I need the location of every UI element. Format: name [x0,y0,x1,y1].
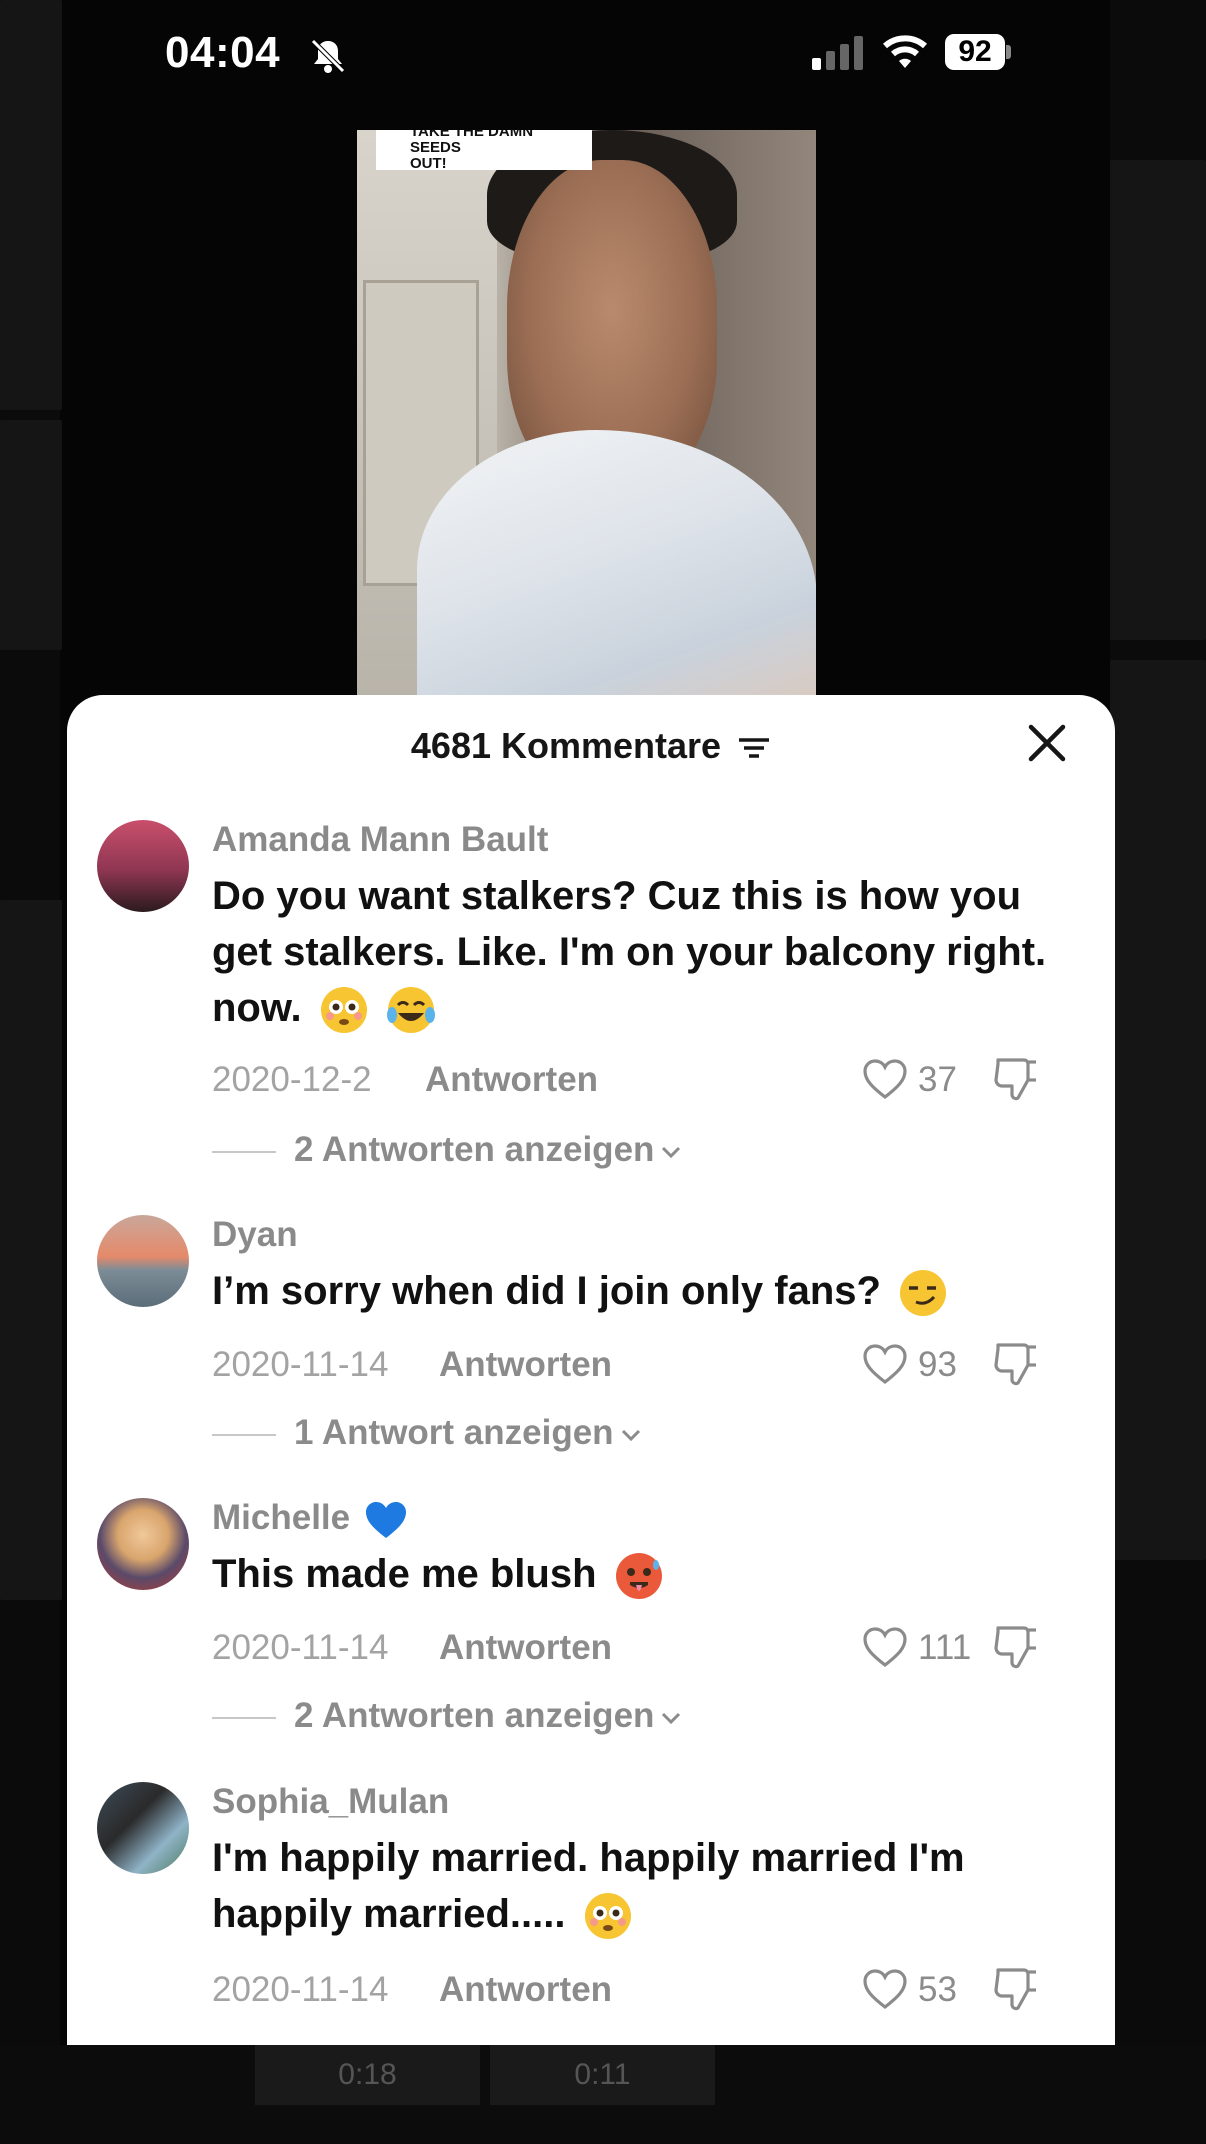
background-tile [0,900,62,1600]
video-caption: TAKE THE DAMN SEEDS OUT! [376,130,592,172]
status-time: 04:04 [165,28,281,77]
status-bar: 04:04 92 [0,0,1206,110]
comment-username[interactable]: Sophia_Mulan [212,1782,449,1822]
sort-icon[interactable] [737,734,771,762]
heart-icon [863,1344,907,1385]
comment-username[interactable]: Michelle [212,1498,408,1540]
dislike-icon[interactable] [990,1622,1040,1672]
signal-icon [812,36,863,70]
comments-count: 4681 Kommentare [410,725,722,766]
sheet-header: 4681 Kommentare [67,695,1115,795]
battery-icon: 92 [945,34,1011,70]
heart-icon [863,1969,907,2010]
comment-date: 2020-12-2 [212,1060,372,1099]
heart-icon [863,1627,907,1668]
reply-button[interactable]: Antworten [425,1060,598,1100]
reply-button[interactable]: Antworten [439,1628,612,1668]
comment-text: This made me blush [212,1546,1062,1602]
comment-text: Do you want stalkers? Cuz this is how yo… [212,868,1062,1036]
comment-username[interactable]: Dyan [212,1215,298,1255]
reply-button[interactable]: Antworten [439,1970,612,2010]
dislike-icon[interactable] [990,1054,1040,1104]
comment-meta: 2020-11-14 Antworten 111 [212,1626,1092,1678]
background-tile [0,420,62,650]
background-tile [1110,660,1206,1560]
feed-thumbnail[interactable]: 0:11 [490,2045,715,2105]
background-tile [1110,160,1206,640]
close-icon[interactable] [1027,723,1067,763]
comment-text: I'm happily married. happily married I'm… [212,1830,1062,1942]
comment-meta: 2020-11-14 Antworten 53 [212,1968,1092,2020]
flushed-emoji [584,1893,631,1940]
thumbnail-duration: 0:18 [338,2058,397,2091]
comment-date: 2020-11-14 [212,1345,389,1384]
comment-item: Michelle This made me blush 2020-11-14 A… [67,1498,1115,1758]
video-player[interactable]: TAKE THE DAMN SEEDS OUT! [357,130,816,730]
comment-item: Amanda Mann Bault Do you want stalkers? … [67,820,1115,1200]
avatar[interactable] [97,1498,189,1590]
dislike-icon[interactable] [990,1339,1040,1389]
like-count: 111 [918,1628,972,1667]
comment-username[interactable]: Amanda Mann Bault [212,820,548,860]
chevron-down-icon [662,1712,681,1724]
hot-face-emoji [615,1553,662,1600]
feed-thumbnail[interactable]: 0:18 [255,2045,480,2105]
comment-meta: 2020-11-14 Antworten 93 [212,1343,1092,1395]
laughing-tears-emoji [386,987,435,1034]
avatar[interactable] [97,820,189,912]
comment-text: I’m sorry when did I join only fans? [212,1263,1062,1319]
show-replies-button[interactable]: 2 Antworten anzeigen [212,1696,682,1740]
avatar[interactable] [97,1782,189,1874]
thumbnail-duration: 0:11 [574,2058,631,2091]
reply-button[interactable]: Antworten [439,1345,612,1385]
show-replies-button[interactable]: 2 Antworten anzeigen [212,1130,682,1174]
caption-line: OUT! [410,155,447,172]
blue-heart-emoji [365,1501,406,1538]
comment-item: Sophia_Mulan I'm happily married. happil… [67,1782,1115,2042]
comment-item: Dyan I’m sorry when did I join only fans… [67,1215,1115,1475]
smirk-emoji [900,1270,947,1317]
comment-date: 2020-11-14 [212,1628,389,1667]
battery-level: 92 [945,34,1005,70]
flushed-emoji [320,987,367,1034]
comments-title: 4681 Kommentare [67,725,1115,767]
heart-icon [863,1059,907,1100]
dislike-icon[interactable] [990,1964,1040,2014]
bell-slash-icon [311,39,345,73]
avatar[interactable] [97,1215,189,1307]
chevron-down-icon [621,1429,640,1441]
show-replies-button[interactable]: 1 Antwort anzeigen [212,1413,642,1457]
comment-meta: 2020-12-2 Antworten 37 [212,1058,1092,1110]
caption-line: TAKE THE DAMN SEEDS [410,130,534,156]
comment-date: 2020-11-14 [212,1970,389,2009]
like-count: 37 [918,1060,957,1099]
like-count: 53 [918,1970,957,2009]
wifi-icon [883,35,927,68]
comments-sheet: 4681 Kommentare Amanda Mann Bault Do you… [67,695,1115,2045]
like-count: 93 [918,1345,957,1384]
chevron-down-icon [662,1146,681,1158]
